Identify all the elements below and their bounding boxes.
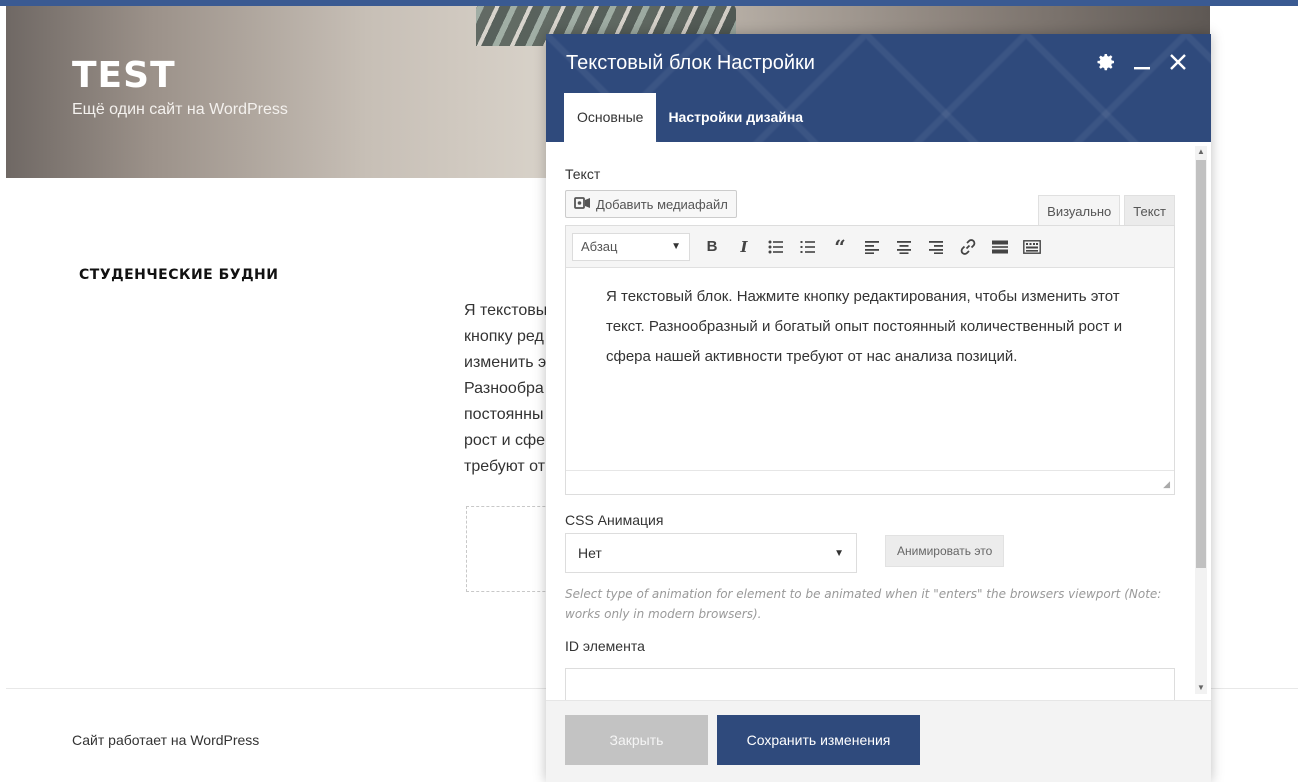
save-changes-button[interactable]: Сохранить изменения <box>717 715 920 765</box>
tab-text[interactable]: Текст <box>1124 195 1175 226</box>
modal-title: Текстовый блок Настройки <box>566 52 815 74</box>
align-center-icon[interactable] <box>888 232 920 262</box>
align-left-icon[interactable] <box>856 232 888 262</box>
site-title[interactable]: TEST <box>72 55 176 96</box>
tab-design-settings[interactable]: Настройки дизайна <box>656 93 815 142</box>
element-id-label: ID элемента <box>565 638 645 654</box>
tab-general[interactable]: Основные <box>564 93 657 142</box>
editor-mode-tabs: Визуально Текст <box>1034 195 1175 226</box>
bullet-list-icon[interactable] <box>760 232 792 262</box>
editor-status-bar: ◢ <box>566 470 1174 494</box>
footer-credit[interactable]: Сайт работает на WordPress <box>72 732 259 748</box>
modal-body: Текст Добавить медиафайл Визуально Текст… <box>546 142 1211 700</box>
close-button[interactable]: Закрыть <box>565 715 708 765</box>
add-media-label: Добавить медиафайл <box>596 196 728 212</box>
modal-scrollbar[interactable]: ▲ ▼ <box>1195 146 1207 694</box>
site-description: Ещё один сайт на WordPress <box>72 101 288 118</box>
animation-help-text: Select type of animation for element to … <box>565 587 1162 621</box>
media-icon <box>574 196 592 213</box>
toolbar-toggle-icon[interactable] <box>1016 232 1048 262</box>
scroll-down-icon[interactable]: ▼ <box>1195 682 1207 694</box>
scrollbar-thumb[interactable] <box>1196 160 1206 568</box>
text-field-label: Текст <box>565 166 601 182</box>
modal-header[interactable]: Текстовый блок Настройки Основные Настро… <box>546 34 1211 142</box>
gear-icon[interactable] <box>1095 50 1117 74</box>
resize-grip-icon[interactable]: ◢ <box>1163 479 1170 490</box>
numbered-list-icon[interactable] <box>792 232 824 262</box>
modal-footer: Закрыть Сохранить изменения <box>546 700 1211 782</box>
bold-icon[interactable]: B <box>696 232 728 262</box>
modal-tabs: Основные Настройки дизайна <box>564 93 815 142</box>
caret-down-icon: ▼ <box>834 547 844 559</box>
rich-text-editor: Абзац ▼ B I “ Я текстовый блок. Нажмите … <box>565 225 1175 495</box>
align-right-icon[interactable] <box>920 232 952 262</box>
css-animation-label: CSS Анимация <box>565 512 664 528</box>
editor-toolbar: Абзац ▼ B I “ <box>566 226 1174 268</box>
css-animation-select[interactable]: Нет ▼ <box>565 533 857 573</box>
tab-visual[interactable]: Визуально <box>1038 195 1121 226</box>
link-icon[interactable] <box>952 232 984 262</box>
add-media-button[interactable]: Добавить медиафайл <box>565 190 737 218</box>
text-block-settings-modal: Текстовый блок Настройки Основные Настро… <box>546 34 1211 782</box>
blockquote-icon[interactable]: “ <box>824 232 856 262</box>
caret-down-icon: ▼ <box>671 241 681 252</box>
format-value: Абзац <box>581 239 618 254</box>
section-title: СТУДЕНЧЕСКИЕ БУДНИ <box>79 267 279 283</box>
close-icon[interactable] <box>1167 50 1189 74</box>
element-id-input[interactable] <box>565 668 1175 700</box>
editor-content-area[interactable]: Я текстовый блок. Нажмите кнопку редакти… <box>606 282 1146 372</box>
animate-button[interactable]: Анимировать это <box>885 535 1005 567</box>
scroll-up-icon[interactable]: ▲ <box>1195 146 1207 158</box>
css-animation-value: Нет <box>578 545 602 561</box>
format-dropdown[interactable]: Абзац ▼ <box>572 232 690 261</box>
minimize-icon[interactable] <box>1131 50 1153 74</box>
read-more-icon[interactable] <box>984 232 1016 262</box>
modal-header-controls <box>1095 50 1189 74</box>
italic-icon[interactable]: I <box>728 232 760 262</box>
